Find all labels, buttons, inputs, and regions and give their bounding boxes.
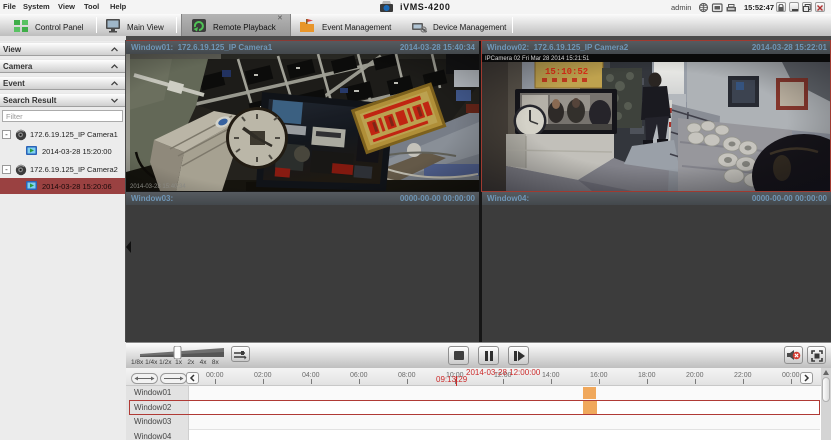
- svg-text:2014-03-28 15:40:34: 2014-03-28 15:40:34: [130, 184, 186, 190]
